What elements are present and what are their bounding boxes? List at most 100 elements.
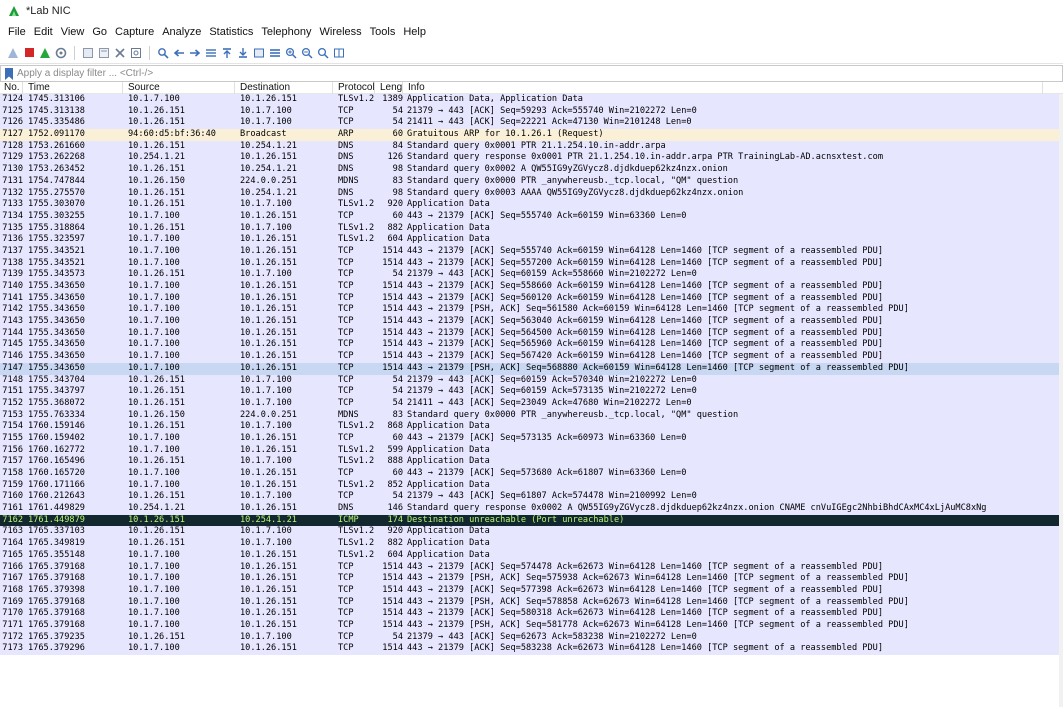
menu-help[interactable]: Help (399, 26, 430, 38)
resize-columns-icon[interactable] (332, 46, 346, 60)
go-to-packet-icon[interactable] (204, 46, 218, 60)
packet-row[interactable]: 7126 1745.335486 10.1.26.151 10.1.7.100 TCP 5… (0, 117, 1063, 130)
packet-row[interactable]: 7131 1754.747844 10.1.26.150 224.0.0.251 MDN… (0, 175, 1063, 188)
menu-view[interactable]: View (57, 26, 89, 38)
menu-go[interactable]: Go (88, 26, 111, 38)
packet-row[interactable]: 7145 1755.343650 10.1.7.100 10.1.26.151 TCP 1… (0, 339, 1063, 352)
packet-row[interactable]: 7143 1755.343650 10.1.7.100 10.1.26.151 TCP 1… (0, 316, 1063, 328)
packet-row[interactable]: 7157 1760.165496 10.1.26.151 10.1.7.100 TLSv… (0, 456, 1063, 468)
packet-length: 882 (387, 538, 403, 549)
capture-options-gear-icon[interactable] (54, 46, 68, 60)
column-header-no[interactable]: No. (0, 82, 23, 94)
zoom-in-icon[interactable] (284, 46, 298, 60)
main-toolbar (0, 42, 1063, 64)
packet-row[interactable]: 7164 1765.349819 10.1.26.151 10.1.7.100 TLSv… (0, 538, 1063, 550)
packet-row[interactable]: 7160 1760.212643 10.1.26.151 10.1.7.100 TCP 5… (0, 491, 1063, 504)
zoom-normal-icon[interactable] (316, 46, 330, 60)
display-filter-input[interactable] (17, 66, 1062, 81)
packet-row[interactable]: 7161 1761.449829 10.254.1.21 10.1.26.151 DNS… (0, 503, 1063, 515)
zoom-out-icon[interactable] (300, 46, 314, 60)
vertical-scrollbar[interactable] (1059, 94, 1063, 707)
packet-row[interactable]: 7148 1755.343704 10.1.26.151 10.1.7.100 TCP 5… (0, 374, 1063, 387)
packet-time: 1760.212643 (28, 491, 85, 502)
packet-row[interactable]: 7170 1765.379168 10.1.7.100 10.1.26.151 TCP 1… (0, 608, 1063, 620)
menu-edit[interactable]: Edit (30, 26, 57, 38)
menu-wireless[interactable]: Wireless (316, 26, 366, 38)
packet-row[interactable]: 7132 1755.275570 10.1.26.151 10.254.1.21 DNS… (0, 187, 1063, 200)
packet-info: 21379 → 443 [ACK] Seq=62673 Ack=583238 W… (407, 631, 697, 642)
packet-row[interactable]: 7167 1765.379168 10.1.7.100 10.1.26.151 TCP 1… (0, 573, 1063, 585)
packet-row[interactable]: 7162 1761.449879 10.1.26.151 10.254.1.21 ICM… (0, 514, 1063, 527)
packet-time: 1755.343797 (28, 386, 85, 397)
go-forward-arrow-icon[interactable] (188, 46, 202, 60)
packet-row[interactable]: 7166 1765.379168 10.1.7.100 10.1.26.151 TCP 1… (0, 561, 1063, 574)
packet-row[interactable]: 7147 1755.343650 10.1.7.100 10.1.26.151 TCP 1… (0, 362, 1063, 375)
packet-row[interactable]: 7124 1745.313106 10.1.7.100 10.1.26.151 TLSv… (0, 94, 1063, 106)
open-file-icon[interactable] (81, 46, 95, 60)
packet-row[interactable]: 7130 1753.263452 10.1.26.151 10.254.1.21 DNS… (0, 164, 1063, 176)
packet-row[interactable]: 7142 1755.343650 10.1.7.100 10.1.26.151 TCP 1… (0, 304, 1063, 317)
last-packet-icon[interactable] (236, 46, 250, 60)
packet-source: 10.1.7.100 (128, 643, 180, 654)
packet-row[interactable]: 7127 1752.091170 94:60:d5:bf:36:40 Broadcas… (0, 129, 1063, 141)
menu-file[interactable]: File (4, 26, 30, 38)
packet-row[interactable]: 7168 1765.379398 10.1.7.100 10.1.26.151 TCP 1… (0, 584, 1063, 597)
packet-row[interactable]: 7138 1755.343521 10.1.7.100 10.1.26.151 TCP 1… (0, 257, 1063, 270)
column-header-source[interactable]: Source (123, 82, 235, 94)
packet-row[interactable]: 7140 1755.343650 10.1.7.100 10.1.26.151 TCP 1… (0, 281, 1063, 293)
start-capture-fin-icon[interactable] (6, 46, 20, 60)
packet-row[interactable]: 7159 1760.171166 10.1.7.100 10.1.26.151 TLSv… (0, 479, 1063, 492)
packet-row[interactable]: 7169 1765.379168 10.1.7.100 10.1.26.151 TCP 1… (0, 596, 1063, 609)
packet-row[interactable]: 7128 1753.261660 10.1.26.151 10.254.1.21 DNS… (0, 140, 1063, 153)
packet-row[interactable]: 7171 1765.379168 10.1.7.100 10.1.26.151 TCP 1… (0, 619, 1063, 632)
packet-row[interactable]: 7172 1765.379235 10.1.26.151 10.1.7.100 TCP 5… (0, 631, 1063, 644)
packet-row[interactable]: 7155 1760.159402 10.1.7.100 10.1.26.151 TCP 6… (0, 432, 1063, 445)
packet-row[interactable]: 7134 1755.303255 10.1.7.100 10.1.26.151 TCP 6… (0, 210, 1063, 223)
first-packet-icon[interactable] (220, 46, 234, 60)
packet-row[interactable]: 7156 1760.162772 10.1.7.100 10.1.26.151 TLSv… (0, 444, 1063, 457)
packet-row[interactable]: 7146 1755.343650 10.1.7.100 10.1.26.151 TCP 1… (0, 351, 1063, 363)
packet-row[interactable]: 7141 1755.343650 10.1.7.100 10.1.26.151 TCP 1… (0, 292, 1063, 305)
save-file-icon[interactable] (97, 46, 111, 60)
find-packet-icon[interactable] (156, 46, 170, 60)
packet-row[interactable]: 7153 1755.763334 10.1.26.150 224.0.0.251 MDN… (0, 409, 1063, 422)
bookmark-icon[interactable] (4, 67, 14, 80)
packet-row[interactable]: 7173 1765.379296 10.1.7.100 10.1.26.151 TCP 1… (0, 643, 1063, 655)
packet-row[interactable]: 7136 1755.323597 10.1.7.100 10.1.26.151 TLSv… (0, 234, 1063, 246)
packet-row[interactable]: 7152 1755.368072 10.1.26.151 10.1.7.100 TCP 5… (0, 397, 1063, 410)
menu-capture[interactable]: Capture (111, 26, 158, 38)
column-header-length[interactable]: Length (375, 82, 403, 94)
stop-capture-icon[interactable] (22, 46, 36, 60)
packet-row[interactable]: 7137 1755.343521 10.1.7.100 10.1.26.151 TCP 1… (0, 245, 1063, 258)
packet-destination: 10.1.26.151 (240, 561, 297, 572)
packet-row[interactable]: 7158 1760.165720 10.1.7.100 10.1.26.151 TCP 6… (0, 468, 1063, 480)
auto-scroll-icon[interactable] (252, 46, 266, 60)
packet-time: 1765.379168 (28, 619, 85, 630)
packet-row[interactable]: 7133 1755.303070 10.1.26.151 10.1.7.100 TLSv… (0, 199, 1063, 211)
column-header-info[interactable]: Info (403, 82, 1043, 94)
packet-row[interactable]: 7129 1753.262268 10.254.1.21 10.1.26.151 DNS… (0, 152, 1063, 165)
packet-row[interactable]: 7154 1760.159146 10.1.26.151 10.1.7.100 TLSv… (0, 421, 1063, 433)
close-file-icon[interactable] (113, 46, 127, 60)
packet-row[interactable]: 7125 1745.313138 10.1.26.151 10.1.7.100 TCP 5… (0, 105, 1063, 118)
go-back-arrow-icon[interactable] (172, 46, 186, 60)
reload-file-icon[interactable] (129, 46, 143, 60)
column-header-destination[interactable]: Destination (235, 82, 333, 94)
colorize-icon[interactable] (268, 46, 282, 60)
packet-row[interactable]: 7135 1755.318864 10.1.26.151 10.1.7.100 TLSv… (0, 222, 1063, 235)
menu-tools[interactable]: Tools (366, 26, 400, 38)
packet-protocol: ARP (338, 129, 354, 140)
packet-row[interactable]: 7163 1765.337103 10.1.26.151 10.1.7.100 TLSv… (0, 526, 1063, 539)
restart-capture-icon[interactable] (38, 46, 52, 60)
packet-row[interactable]: 7151 1755.343797 10.1.26.151 10.1.7.100 TCP 5… (0, 386, 1063, 398)
packet-list-header: No. Time Source Destination Protocol Len… (0, 82, 1063, 94)
packet-row[interactable]: 7144 1755.343650 10.1.7.100 10.1.26.151 TCP 1… (0, 327, 1063, 340)
column-header-time[interactable]: Time (23, 82, 123, 94)
menu-telephony[interactable]: Telephony (257, 26, 315, 38)
menu-statistics[interactable]: Statistics (205, 26, 257, 38)
packet-row[interactable]: 7139 1755.343573 10.1.26.151 10.1.7.100 TCP 5… (0, 269, 1063, 281)
menu-analyze[interactable]: Analyze (158, 26, 205, 38)
packet-row[interactable]: 7165 1765.355148 10.1.7.100 10.1.26.151 TLSv… (0, 549, 1063, 562)
packet-protocol: TCP (338, 608, 354, 619)
column-header-protocol[interactable]: Protocol (333, 82, 375, 94)
